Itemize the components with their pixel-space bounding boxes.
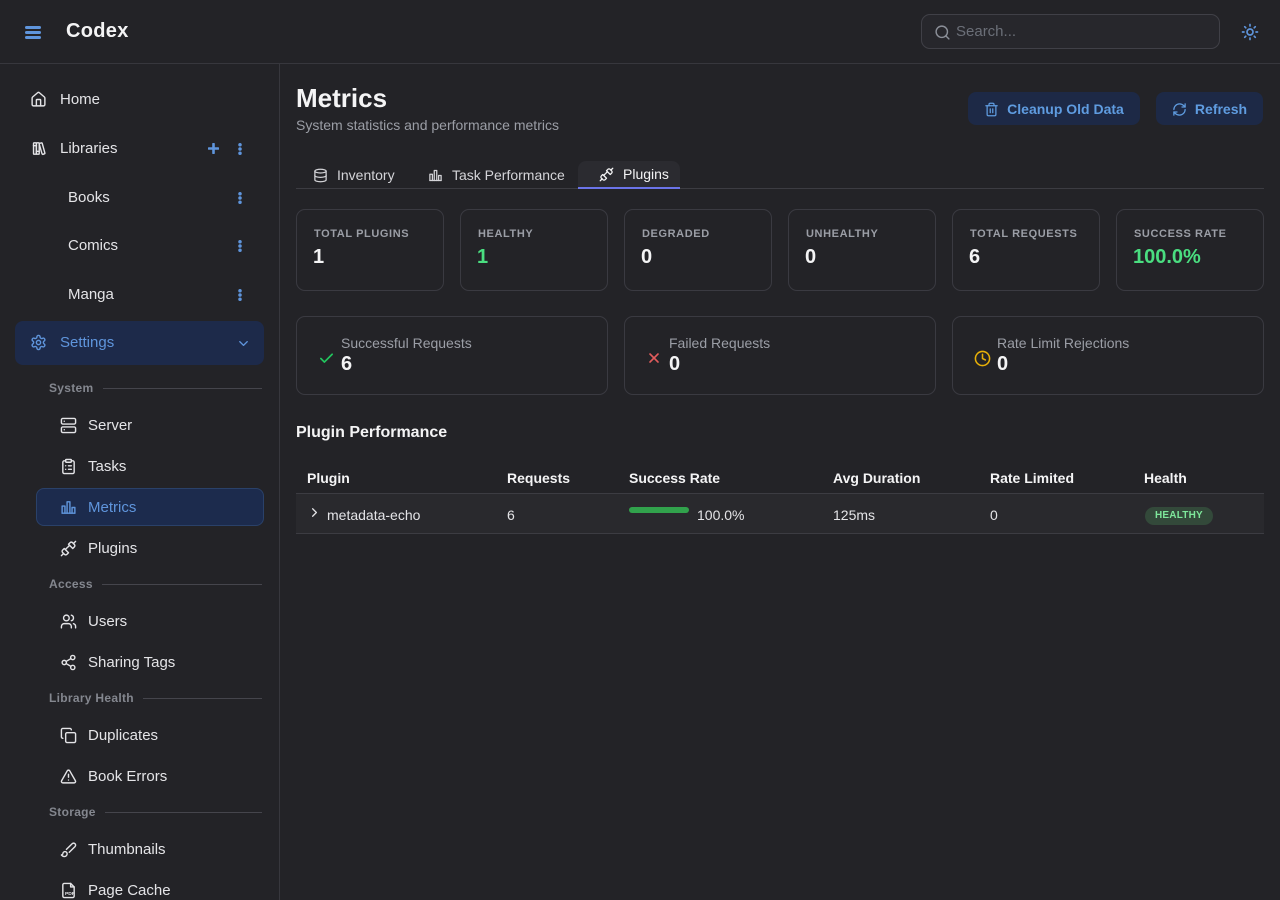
svg-text:PDF: PDF [65, 891, 75, 897]
